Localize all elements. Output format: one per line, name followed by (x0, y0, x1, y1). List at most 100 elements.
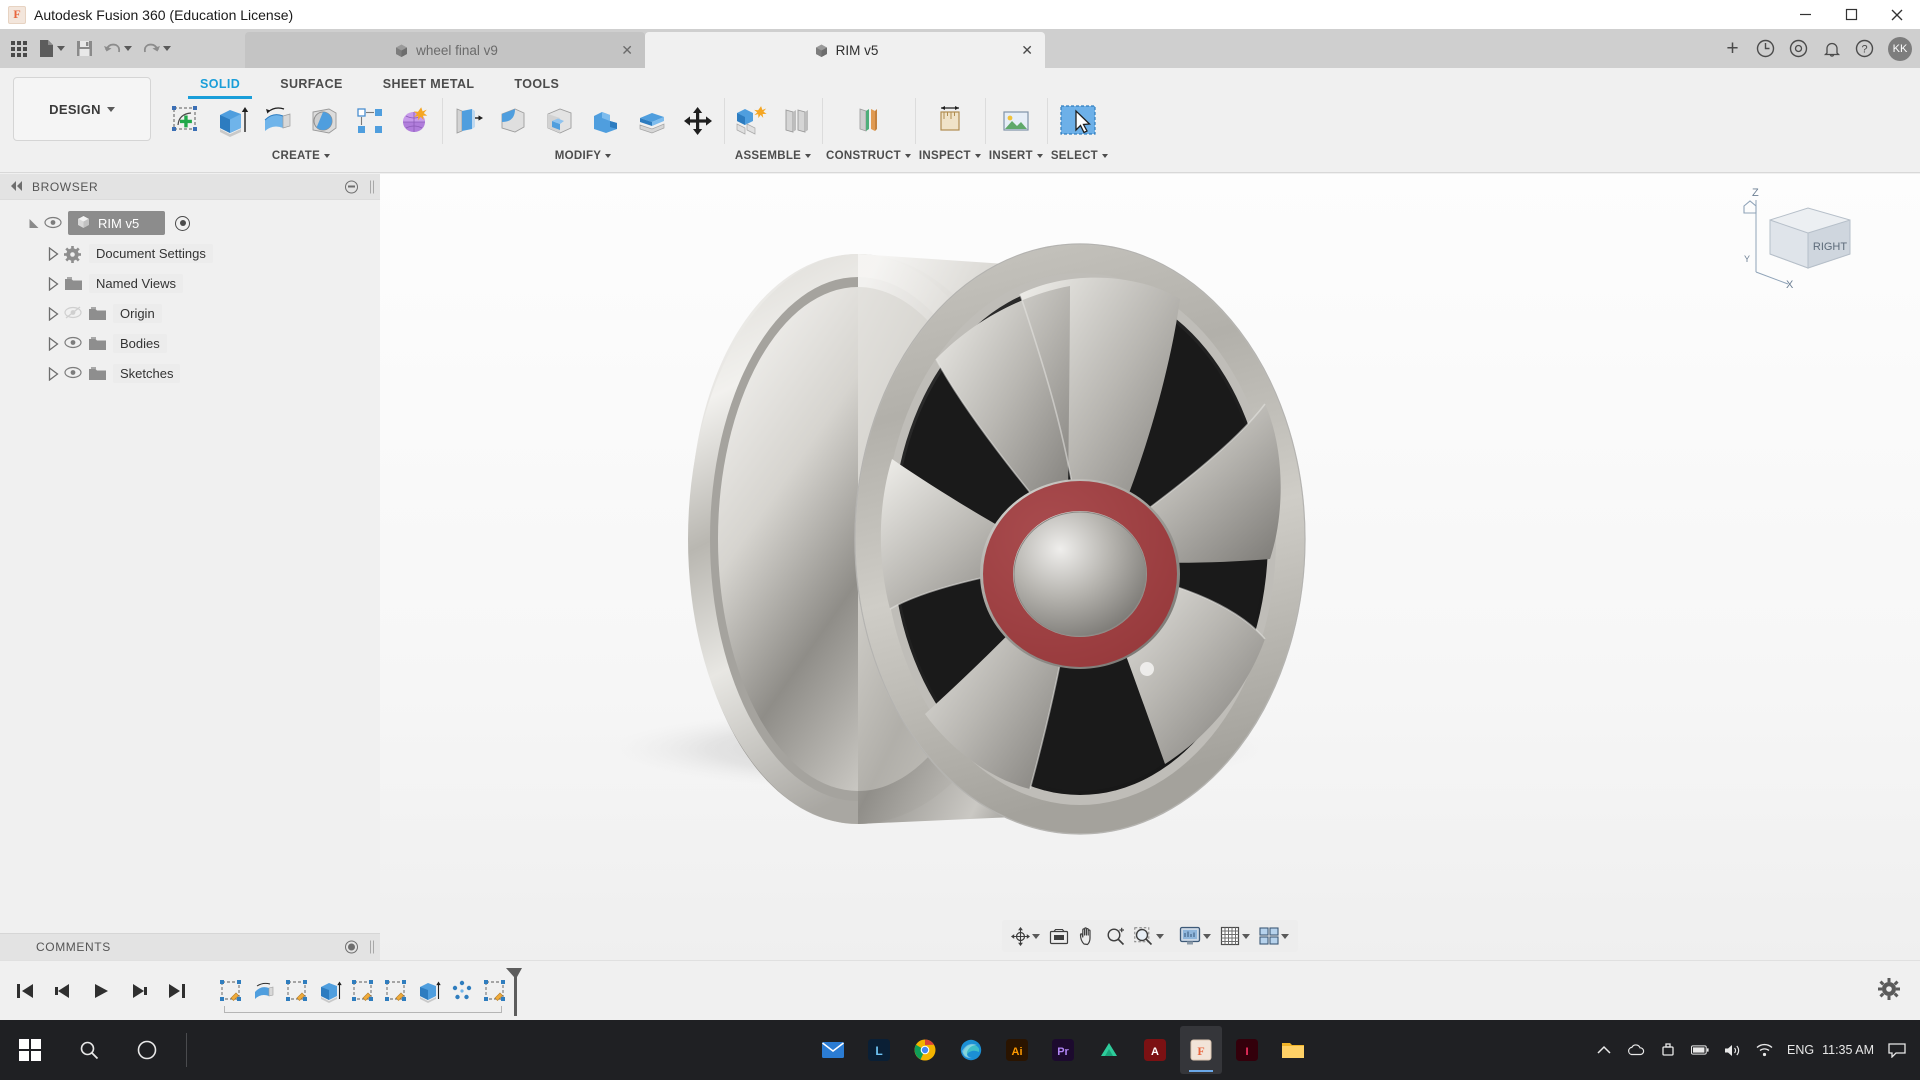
timeline-item-extrude[interactable] (414, 976, 444, 1006)
task-view-icon[interactable] (118, 1020, 176, 1080)
job-status-icon[interactable] (1750, 33, 1781, 64)
move-copy-icon[interactable] (676, 97, 720, 145)
undo-icon[interactable] (99, 34, 136, 64)
timeline-settings-icon[interactable] (1878, 978, 1900, 1003)
tree-item-sketches[interactable]: Sketches (0, 358, 380, 388)
orbit-icon[interactable] (1008, 923, 1043, 949)
jump-to-end-icon[interactable] (166, 980, 188, 1002)
help-icon[interactable]: ? (1849, 33, 1880, 64)
premiere-icon[interactable]: Pr (1042, 1026, 1084, 1074)
fusion360-icon[interactable]: F (1180, 1026, 1222, 1074)
add-tab-icon[interactable]: + (1717, 33, 1748, 64)
expand-arrow-icon[interactable] (48, 246, 59, 261)
minimize-icon[interactable] (1782, 0, 1828, 29)
file-caret-icon[interactable] (57, 46, 65, 51)
visibility-eye-icon[interactable] (64, 336, 82, 350)
add-comment-icon[interactable] (345, 940, 358, 954)
form-icon[interactable] (394, 97, 438, 145)
pattern-icon[interactable] (348, 97, 392, 145)
step-back-icon[interactable] (52, 980, 74, 1002)
volume-icon[interactable] (1723, 1041, 1741, 1059)
tree-item-origin[interactable]: Origin (0, 298, 380, 328)
measure-icon[interactable] (928, 97, 972, 145)
timeline-item-sketch[interactable] (282, 976, 312, 1006)
ribbon-group-label-inspect[interactable]: INSPECT (919, 146, 981, 166)
language-indicator[interactable]: ENG (1787, 1043, 1814, 1057)
joint-icon[interactable] (774, 97, 818, 145)
indesign-icon[interactable]: I (1226, 1026, 1268, 1074)
display-settings-icon[interactable] (1176, 923, 1214, 949)
activate-component-radio[interactable] (175, 215, 191, 231)
combine-icon[interactable] (584, 97, 628, 145)
tab-surface[interactable]: SURFACE (260, 74, 363, 94)
network-icon[interactable] (1755, 1041, 1773, 1059)
timeline-item-sketch[interactable] (381, 976, 411, 1006)
grid-snaps-icon[interactable] (1217, 923, 1253, 949)
split-face-icon[interactable] (630, 97, 674, 145)
extensions-icon[interactable] (1783, 33, 1814, 64)
search-icon[interactable] (60, 1020, 118, 1080)
edge-icon[interactable] (950, 1026, 992, 1074)
timeline-item-sketch[interactable] (216, 976, 246, 1006)
extrude-icon[interactable] (210, 97, 254, 145)
close-icon[interactable] (1874, 0, 1920, 29)
expand-arrow-icon[interactable] (28, 217, 39, 230)
shell-icon[interactable] (538, 97, 582, 145)
clock[interactable]: ENG 11:35 AM (1787, 1043, 1874, 1057)
sweep-icon[interactable] (302, 97, 346, 145)
lightroom-icon[interactable]: L (858, 1026, 900, 1074)
create-sketch-icon[interactable] (164, 97, 208, 145)
illustrator-icon[interactable]: Ai (996, 1026, 1038, 1074)
new-component-icon[interactable] (728, 97, 772, 145)
rim-3d-model[interactable] (380, 174, 1920, 960)
display-settings-caret-icon[interactable] (1203, 933, 1211, 939)
fit-caret-icon[interactable] (1156, 933, 1164, 939)
expand-arrow-icon[interactable] (48, 336, 59, 351)
workspace-switcher[interactable]: DESIGN (13, 77, 151, 141)
orbit-caret-icon[interactable] (1032, 933, 1040, 939)
offset-plane-icon[interactable] (846, 97, 890, 145)
tab-solid[interactable]: SOLID (180, 74, 260, 99)
tree-item-named-views[interactable]: Named Views (0, 268, 380, 298)
ribbon-group-label-insert[interactable]: INSERT (989, 146, 1043, 166)
look-at-icon[interactable] (1046, 923, 1072, 949)
document-tab-rim[interactable]: RIM v5 ✕ (645, 32, 1045, 68)
file-icon[interactable] (34, 34, 69, 64)
expand-arrow-icon[interactable] (48, 366, 59, 381)
panel-settings-icon[interactable] (345, 180, 358, 193)
fillet-icon[interactable] (492, 97, 536, 145)
panel-resize-handle[interactable] (370, 180, 374, 193)
expand-arrow-icon[interactable] (48, 276, 59, 291)
notifications-icon[interactable] (1816, 33, 1847, 64)
viewports-icon[interactable] (1256, 923, 1292, 949)
grid-snaps-caret-icon[interactable] (1242, 933, 1250, 939)
press-pull-icon[interactable] (446, 97, 490, 145)
photoshop-icon[interactable]: A (1134, 1026, 1176, 1074)
undo-caret-icon[interactable] (124, 46, 132, 51)
step-forward-icon[interactable] (128, 980, 150, 1002)
mail-icon[interactable] (812, 1026, 854, 1074)
ribbon-group-label-construct[interactable]: CONSTRUCT (826, 146, 911, 166)
maximize-icon[interactable] (1828, 0, 1874, 29)
timeline-item-sketch[interactable] (348, 976, 378, 1006)
windows-start-icon[interactable] (0, 1020, 60, 1080)
comments-panel-header[interactable]: COMMENTS (0, 933, 380, 960)
play-icon[interactable] (90, 980, 112, 1002)
tree-item-document-settings[interactable]: Document Settings (0, 238, 380, 268)
tree-item-bodies[interactable]: Bodies (0, 328, 380, 358)
redo-caret-icon[interactable] (163, 46, 171, 51)
jump-to-beginning-icon[interactable] (14, 980, 36, 1002)
document-tab-close-icon[interactable]: ✕ (1021, 43, 1033, 57)
redo-icon[interactable] (138, 34, 175, 64)
zoom-icon[interactable] (1103, 923, 1128, 949)
usb-icon[interactable] (1659, 1041, 1677, 1059)
action-center-icon[interactable] (1888, 1041, 1906, 1059)
timeline-marker[interactable] (504, 967, 522, 1016)
insert-image-icon[interactable] (994, 97, 1038, 145)
battery-icon[interactable] (1691, 1041, 1709, 1059)
tab-tools[interactable]: TOOLS (494, 74, 579, 94)
visibility-eye-off-icon[interactable] (64, 306, 82, 320)
ribbon-group-label-select[interactable]: SELECT (1051, 146, 1108, 166)
avatar[interactable]: KK (1888, 36, 1912, 61)
visibility-eye-icon[interactable] (64, 366, 82, 380)
